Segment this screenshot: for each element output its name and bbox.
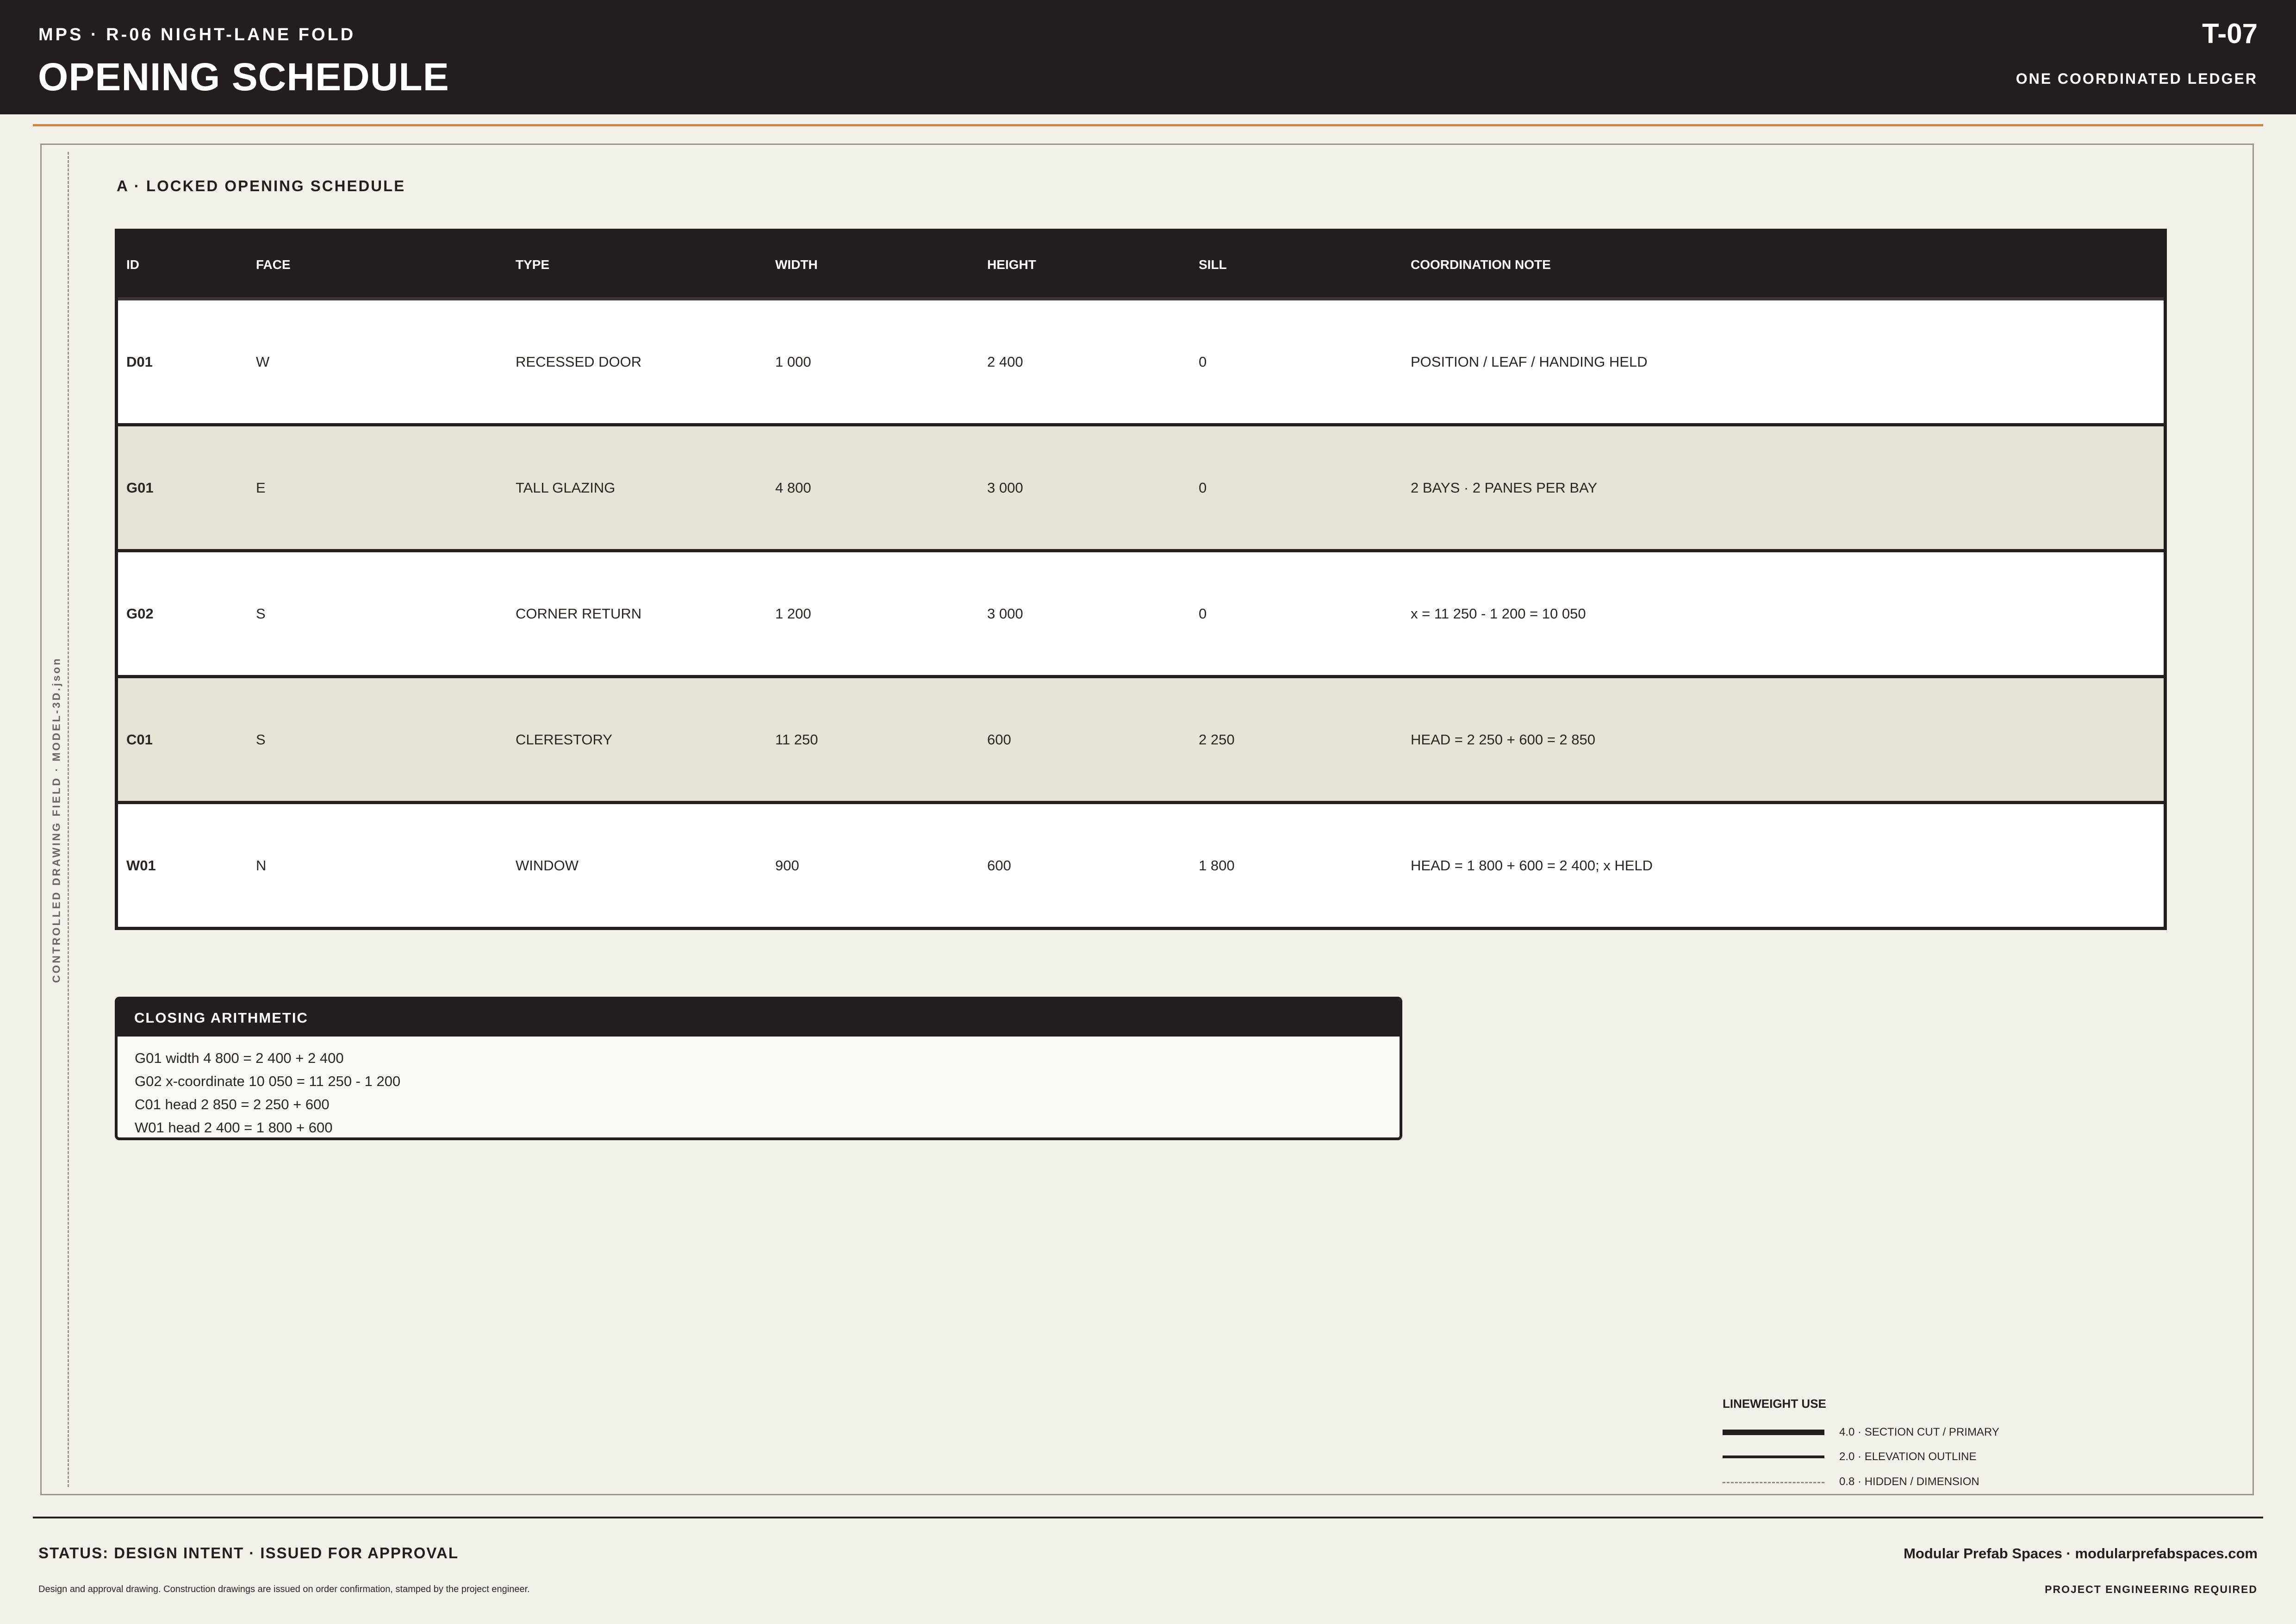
cell-id: G02 bbox=[126, 605, 154, 622]
cell-face: S bbox=[256, 605, 266, 622]
cell-type: CLERESTORY bbox=[516, 731, 613, 748]
cell-type: TALL GLAZING bbox=[516, 479, 616, 496]
section-title: A · LOCKED OPENING SCHEDULE bbox=[117, 177, 406, 194]
cell-note: HEAD = 1 800 + 600 = 2 400; x HELD bbox=[1411, 857, 1653, 874]
title-block-header: MPS · R-06 NIGHT-LANE FOLD OPENING SCHED… bbox=[0, 0, 2296, 114]
cell-sill: 1 800 bbox=[1199, 857, 1235, 874]
lineweight-legend-item: 0.8 · HIDDEN / DIMENSION bbox=[1723, 1473, 2047, 1491]
engineering-notice: PROJECT ENGINEERING REQUIRED bbox=[2045, 1583, 2258, 1595]
column-header-width: WIDTH bbox=[775, 257, 818, 272]
accent-rule bbox=[33, 124, 2263, 126]
lineweight-sample-heavy bbox=[1723, 1430, 1824, 1435]
column-header-sill: SILL bbox=[1199, 257, 1227, 272]
cell-note: x = 11 250 - 1 200 = 10 050 bbox=[1411, 605, 1586, 622]
cell-face: N bbox=[256, 857, 267, 874]
lineweight-label: 4.0 · SECTION CUT / PRIMARY bbox=[1839, 1426, 1999, 1438]
cell-width: 1 200 bbox=[775, 605, 811, 622]
arithmetic-line: W01 head 2 400 = 1 800 + 600 bbox=[135, 1119, 333, 1136]
cell-face: S bbox=[256, 731, 266, 748]
cell-height: 3 000 bbox=[987, 479, 1023, 496]
cell-face: W bbox=[256, 353, 270, 370]
lineweight-sample-medium bbox=[1723, 1455, 1824, 1458]
disclaimer-text: Design and approval drawing. Constructio… bbox=[38, 1584, 530, 1594]
cell-height: 3 000 bbox=[987, 605, 1023, 622]
cell-sill: 0 bbox=[1199, 479, 1207, 496]
cell-note: POSITION / LEAF / HANDING HELD bbox=[1411, 353, 1648, 370]
column-header-face: FACE bbox=[256, 257, 291, 272]
cell-width: 11 250 bbox=[775, 731, 818, 748]
cell-height: 2 400 bbox=[987, 353, 1023, 370]
cell-face: E bbox=[256, 479, 266, 496]
page-title: OPENING SCHEDULE bbox=[38, 55, 449, 99]
cell-sill: 2 250 bbox=[1199, 731, 1235, 748]
cell-type: WINDOW bbox=[516, 857, 579, 874]
footer-rule bbox=[33, 1517, 2263, 1518]
arithmetic-line: G01 width 4 800 = 2 400 + 2 400 bbox=[135, 1050, 344, 1066]
drawing-field-margin-line bbox=[68, 152, 69, 1487]
cell-sill: 0 bbox=[1199, 353, 1207, 370]
drawing-field-side-label: CONTROLLED DRAWING FIELD · MODEL-3D.json bbox=[50, 656, 62, 983]
table-row: C01 S CLERESTORY 11 250 600 2 250 HEAD =… bbox=[118, 678, 2164, 804]
cell-type: CORNER RETURN bbox=[516, 605, 642, 622]
column-header-type: TYPE bbox=[516, 257, 550, 272]
sheet-number: T-07 bbox=[2202, 18, 2258, 49]
status-line: STATUS: DESIGN INTENT · ISSUED FOR APPRO… bbox=[38, 1544, 459, 1562]
lineweight-legend-title: LINEWEIGHT USE bbox=[1723, 1397, 1826, 1411]
cell-id: G01 bbox=[126, 479, 154, 496]
table-row: W01 N WINDOW 900 600 1 800 HEAD = 1 800 … bbox=[118, 804, 2164, 930]
ledger-label: ONE COORDINATED LEDGER bbox=[2016, 70, 2258, 87]
cell-note: HEAD = 2 250 + 600 = 2 850 bbox=[1411, 731, 1595, 748]
column-header-id: ID bbox=[126, 257, 139, 272]
cell-sill: 0 bbox=[1199, 605, 1207, 622]
arithmetic-line: G02 x-coordinate 10 050 = 11 250 - 1 200 bbox=[135, 1073, 401, 1089]
table-header-row: ID FACE TYPE WIDTH HEIGHT SILL COORDINAT… bbox=[118, 232, 2164, 300]
cell-width: 1 000 bbox=[775, 353, 811, 370]
cell-id: C01 bbox=[126, 731, 153, 748]
table-row: G01 E TALL GLAZING 4 800 3 000 0 2 BAYS … bbox=[118, 426, 2164, 552]
closing-arithmetic-panel: CLOSING ARITHMETIC G01 width 4 800 = 2 4… bbox=[115, 997, 1402, 1140]
cell-width: 4 800 bbox=[775, 479, 811, 496]
cell-note: 2 BAYS · 2 PANES PER BAY bbox=[1411, 479, 1598, 496]
lineweight-sample-dashed bbox=[1723, 1482, 1824, 1483]
closing-arithmetic-body: G01 width 4 800 = 2 400 + 2 400 G02 x-co… bbox=[118, 1037, 1400, 1137]
cell-height: 600 bbox=[987, 857, 1011, 874]
lineweight-legend-item: 2.0 · ELEVATION OUTLINE bbox=[1723, 1448, 2047, 1466]
company-credit: Modular Prefab Spaces · modularprefabspa… bbox=[1904, 1545, 2258, 1562]
arithmetic-line: C01 head 2 850 = 2 250 + 600 bbox=[135, 1096, 330, 1112]
column-header-height: HEIGHT bbox=[987, 257, 1036, 272]
lineweight-label: 2.0 · ELEVATION OUTLINE bbox=[1839, 1450, 1977, 1463]
cell-type: RECESSED DOOR bbox=[516, 353, 642, 370]
opening-schedule-table: ID FACE TYPE WIDTH HEIGHT SILL COORDINAT… bbox=[115, 229, 2167, 930]
closing-arithmetic-title: CLOSING ARITHMETIC bbox=[118, 999, 1400, 1037]
column-header-coordination-note: COORDINATION NOTE bbox=[1411, 257, 1551, 272]
cell-height: 600 bbox=[987, 731, 1011, 748]
lineweight-label: 0.8 · HIDDEN / DIMENSION bbox=[1839, 1475, 1979, 1488]
lineweight-legend-item: 4.0 · SECTION CUT / PRIMARY bbox=[1723, 1423, 2047, 1442]
cell-id: W01 bbox=[126, 857, 156, 874]
cell-id: D01 bbox=[126, 353, 153, 370]
table-row: D01 W RECESSED DOOR 1 000 2 400 0 POSITI… bbox=[118, 300, 2164, 426]
project-label: MPS · R-06 NIGHT-LANE FOLD bbox=[38, 25, 356, 44]
table-row: G02 S CORNER RETURN 1 200 3 000 0 x = 11… bbox=[118, 552, 2164, 678]
cell-width: 900 bbox=[775, 857, 799, 874]
